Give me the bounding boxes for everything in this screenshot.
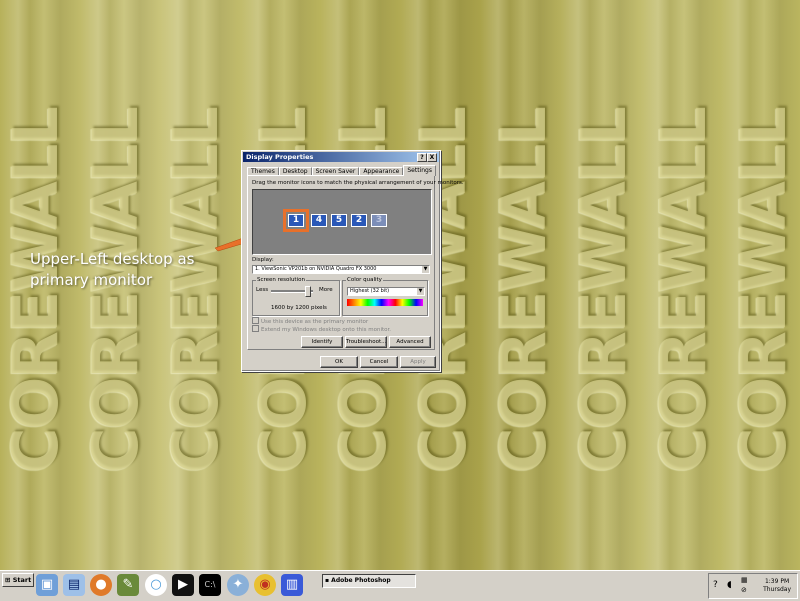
resolution-slider-thumb[interactable] <box>305 286 311 297</box>
media-app-icon[interactable]: ▶ <box>172 574 194 596</box>
firefox-icon[interactable]: ● <box>90 574 112 596</box>
ok-button[interactable]: OK <box>320 356 358 368</box>
monitor-icon-2[interactable]: 2 <box>351 214 367 227</box>
display-label: Display: <box>252 257 274 263</box>
chrome-icon[interactable]: ◉ <box>254 574 276 596</box>
advanced-button[interactable]: Advanced <box>389 336 431 348</box>
start-label: Start <box>12 576 32 584</box>
cancel-button[interactable]: Cancel <box>360 356 398 368</box>
app-window-icon[interactable]: ▥ <box>281 574 303 596</box>
monitor-arrangement-area[interactable]: 1 4 5 2 3 <box>252 189 432 255</box>
volume-icon[interactable]: ◖ <box>727 580 732 590</box>
help-icon[interactable]: ? <box>713 580 718 590</box>
apply-button[interactable]: Apply <box>400 356 436 368</box>
identify-button[interactable]: Identify <box>301 336 343 348</box>
help-button[interactable]: ? <box>417 153 427 162</box>
close-button[interactable]: X <box>427 153 437 162</box>
color-quality-select[interactable]: Highest (32 bit) ▼ <box>347 287 425 296</box>
display-select-value: 1. ViewSonic VP201b on NVIDIA Quadro FX … <box>255 266 377 272</box>
extend-desktop-label: Extend my Windows desktop onto this moni… <box>261 327 392 333</box>
dialog-title: Display Properties <box>246 153 314 161</box>
monitor-icon-5[interactable]: 5 <box>331 214 347 227</box>
instruction-text: Drag the monitor icons to match the phys… <box>252 180 464 186</box>
ring-app-icon[interactable]: ○ <box>145 574 167 596</box>
troubleshoot-button[interactable]: Troubleshoot... <box>345 336 387 348</box>
command-prompt-icon[interactable]: C:\ <box>199 574 221 596</box>
wallpaper-text: COREWALL <box>726 107 800 473</box>
resolution-value: 1600 by 1200 pixels <box>271 305 327 311</box>
tab-settings[interactable]: Settings <box>403 165 436 176</box>
chevron-down-icon[interactable]: ▼ <box>422 266 429 273</box>
annotation-line-1: Upper-Left desktop as <box>30 250 195 268</box>
resolution-group: Screen resolution Less More 1600 by 1200… <box>252 277 340 316</box>
monitor-icon-4[interactable]: 4 <box>311 214 327 227</box>
taskbar: ⊞ Start ▣ ▤ ● ✎ ○ ▶ C:\ ✦ ◉ ▥ ▪ Adobe Ph… <box>0 570 800 601</box>
show-desktop-icon[interactable]: ▣ <box>36 574 58 596</box>
clock-day: Thursday <box>763 586 791 593</box>
paint-brush-icon[interactable]: ✎ <box>117 574 139 596</box>
monitor-icon-1[interactable]: 1 <box>283 209 309 232</box>
checkbox-box[interactable] <box>252 325 259 332</box>
annotation-callout: Upper-Left desktop as primary monitor <box>30 249 194 291</box>
color-quality-group: Color quality Highest (32 bit) ▼ <box>342 277 428 316</box>
windows-logo-icon: ⊞ <box>5 576 11 584</box>
photoshop-icon: ▪ <box>325 577 330 584</box>
more-label: More <box>319 287 333 293</box>
less-label: Less <box>256 287 269 293</box>
resolution-title: Screen resolution <box>256 277 306 283</box>
safari-icon[interactable]: ✦ <box>227 574 249 596</box>
display-select[interactable]: 1. ViewSonic VP201b on NVIDIA Quadro FX … <box>252 265 430 274</box>
chevron-down-icon[interactable]: ▼ <box>417 288 424 295</box>
taskbar-item-label: Adobe Photoshop <box>331 577 391 584</box>
blocked-icon[interactable]: ⊘ <box>741 586 747 594</box>
annotation-line-2: primary monitor <box>30 271 153 289</box>
color-spectrum-bar <box>347 299 423 306</box>
settings-panel: Drag the monitor icons to match the phys… <box>247 175 464 350</box>
primary-monitor-checkbox[interactable]: Use this device as the primary monitor <box>252 317 368 325</box>
start-button[interactable]: ⊞ Start <box>2 573 34 587</box>
tab-strip: Themes Desktop Screen Saver Appearance S… <box>247 165 436 176</box>
monitor-icon-3[interactable]: 3 <box>371 214 387 227</box>
clock[interactable]: 1:39 PM Thursday <box>763 578 791 594</box>
color-quality-value: Highest (32 bit) <box>350 288 390 294</box>
display-properties-dialog: Display Properties ? X Themes Desktop Sc… <box>241 150 464 372</box>
wallpaper-text: COREWALL <box>566 107 640 473</box>
checkbox-box[interactable] <box>252 317 259 324</box>
taskbar-item-photoshop[interactable]: ▪ Adobe Photoshop <box>322 574 416 588</box>
color-quality-title: Color quality <box>346 277 383 283</box>
wallpaper-text: COREWALL <box>646 107 720 473</box>
clock-time: 1:39 PM <box>764 578 790 585</box>
my-computer-icon[interactable]: ▤ <box>63 574 85 596</box>
wallpaper-text: COREWALL <box>486 107 560 473</box>
system-tray: ? ◖ ▦ ⊘ 1:39 PM Thursday <box>708 573 798 599</box>
extend-desktop-checkbox[interactable]: Extend my Windows desktop onto this moni… <box>252 325 391 333</box>
dialog-titlebar[interactable]: Display Properties ? X <box>243 152 439 162</box>
network-icon[interactable]: ▦ <box>741 576 748 584</box>
